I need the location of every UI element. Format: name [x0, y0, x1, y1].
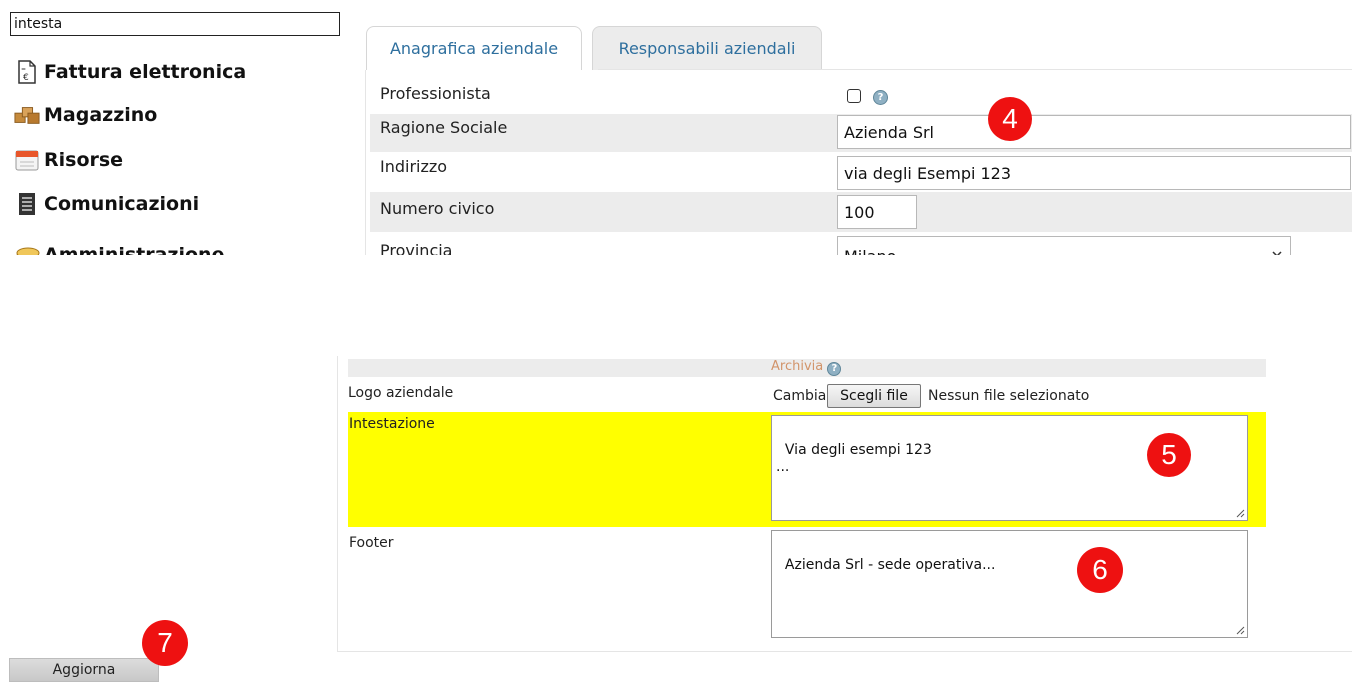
ragione-sociale-input[interactable] [837, 115, 1351, 149]
sidebar-item-amministrazione[interactable]: Amministrazione [14, 240, 224, 255]
sidebar-item-label: Amministrazione [44, 244, 225, 255]
footer-label: Footer [349, 535, 394, 551]
form-row-numero-civico: Numero civico [370, 192, 1352, 232]
step-badge-6: 6 [1077, 547, 1123, 593]
professionista-label: Professionista [380, 84, 491, 103]
form-row-indirizzo: Indirizzo [370, 152, 1352, 192]
provincia-label: Provincia [380, 241, 453, 255]
resize-grip-icon[interactable] [1236, 509, 1245, 518]
help-icon[interactable]: ? [827, 362, 842, 376]
sidebar-item-label: Risorse [44, 149, 124, 171]
resize-grip-icon[interactable] [1236, 626, 1245, 635]
tab-label: Anagrafica aziendale [389, 39, 559, 58]
step-badge-4: 4 [988, 97, 1032, 141]
archivia-label: Archivia [771, 359, 824, 374]
boxes-icon [14, 102, 40, 128]
professionista-checkbox[interactable] [847, 89, 861, 103]
numero-civico-input[interactable] [837, 195, 917, 229]
choose-file-label: Scegli file [840, 388, 908, 404]
help-icon[interactable]: ? [873, 90, 888, 105]
form-row-professionista: Professionista ? [370, 76, 1352, 114]
numero-civico-label: Numero civico [380, 199, 495, 218]
step-badge-5: 5 [1147, 433, 1191, 477]
no-file-label: Nessun file selezionato [928, 388, 1090, 404]
step-badge-7: 7 [142, 620, 188, 666]
svg-text:=: = [21, 66, 26, 73]
form-row-ragione-sociale: Ragione Sociale [370, 114, 1352, 152]
sidebar-item-label: Magazzino [44, 104, 158, 126]
sidebar-item-comunicazioni[interactable]: Comunicazioni [14, 189, 199, 219]
calendar-icon [14, 147, 40, 173]
sidebar-item-risorse[interactable]: Risorse [14, 145, 123, 175]
form-row-provincia: Provincia Milano [370, 232, 1352, 255]
footer-text: Azienda Srl - sede operativa... [784, 557, 996, 573]
coins-icon [14, 242, 40, 255]
search-input[interactable] [10, 12, 340, 36]
intestazione-text: Via degli esempi 123 ... [776, 442, 932, 475]
chevron-down-icon [1272, 251, 1282, 255]
document-icon [14, 191, 40, 217]
sidebar-item-label: Comunicazioni [44, 193, 200, 215]
update-button-label: Aggiorna [52, 662, 116, 678]
tab-anagrafica-aziendale[interactable]: Anagrafica aziendale [366, 26, 582, 70]
logo-aziendale-label: Logo aziendale [348, 385, 454, 401]
sidebar-item-label: Fattura elettronica [44, 61, 247, 83]
cambia-label: Cambia [773, 388, 827, 404]
indirizzo-label: Indirizzo [380, 157, 448, 176]
archivia-link[interactable]: Archivia ? [771, 359, 842, 376]
tab-responsabili-aziendali[interactable]: Responsabili aziendali [592, 26, 822, 70]
divider [365, 70, 366, 255]
divider [598, 69, 1352, 70]
footer-textarea[interactable]: Azienda Srl - sede operativa... [771, 530, 1248, 638]
sidebar-clip: Amministrazione [0, 232, 340, 255]
intestazione-label: Intestazione [349, 416, 435, 432]
update-button[interactable]: Aggiorna [9, 658, 159, 682]
provincia-select[interactable]: Milano [837, 236, 1291, 255]
svg-text:€: € [23, 73, 29, 83]
divider [337, 651, 1352, 652]
sidebar-item-fattura-elettronica[interactable]: = € Fattura elettronica [14, 57, 246, 87]
indirizzo-input[interactable] [837, 156, 1351, 190]
invoice-euro-icon: = € [14, 59, 40, 85]
choose-file-button[interactable]: Scegli file [827, 384, 921, 408]
ragione-sociale-label: Ragione Sociale [380, 118, 508, 137]
sidebar-item-magazzino[interactable]: Magazzino [14, 100, 157, 130]
tab-label: Responsabili aziendali [618, 39, 796, 58]
provincia-selected-value: Milano [844, 247, 896, 255]
divider [337, 356, 338, 652]
